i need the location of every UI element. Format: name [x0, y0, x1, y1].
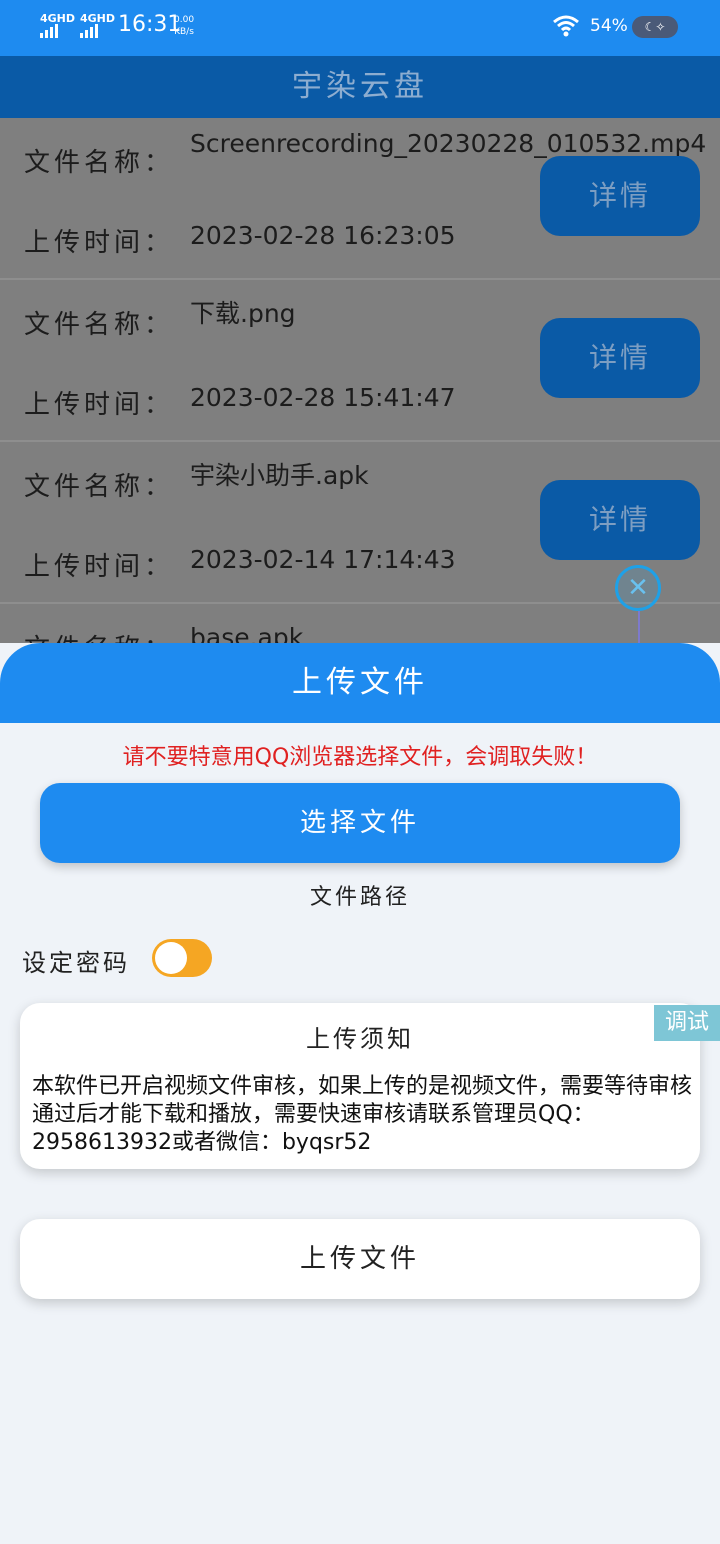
file-name: Screenrecording_20230228_010532.mp4 — [190, 129, 707, 158]
file-name-label: 文件名称： — [24, 472, 175, 502]
net-speed-unit: KB/s — [174, 27, 194, 37]
upload-sheet: 上传文件 请不要特意用QQ浏览器选择文件，会调取失败！ 选择文件 文件路径 设定… — [0, 643, 720, 1544]
net-speed-value: 0.00 — [174, 15, 195, 25]
upload-time: 2023-02-28 16:23:05 — [190, 221, 456, 250]
upload-file-button[interactable]: 上传文件 — [20, 1219, 700, 1299]
notice-card: 上传须知 本软件已开启视频文件审核，如果上传的是视频文件，需要等待审核通过后才能… — [20, 1003, 700, 1169]
notice-title: 上传须知 — [306, 1025, 414, 1053]
upload-time-label: 上传时间： — [24, 228, 175, 258]
detail-button[interactable]: 详情 — [540, 156, 700, 236]
upload-time-label: 上传时间： — [24, 552, 175, 582]
select-file-button[interactable]: 选择文件 — [40, 783, 680, 863]
file-item: 文件名称： 下载.png 上传时间： 2023-02-28 15:41:47 详… — [0, 280, 720, 442]
signal-icon — [80, 24, 98, 38]
app-title: 宇染云盘 — [292, 69, 428, 104]
sheet-title: 上传文件 — [292, 665, 428, 700]
file-name-label: 文件名称： — [24, 310, 175, 340]
clock: 16:31 — [118, 12, 182, 37]
upload-time: 2023-02-14 17:14:43 — [190, 545, 456, 574]
upload-time: 2023-02-28 15:41:47 — [190, 383, 456, 412]
detail-button[interactable]: 详情 — [540, 480, 700, 560]
moon-icon: ☾✧ — [632, 16, 678, 38]
detail-button[interactable]: 详情 — [540, 318, 700, 398]
wifi-icon — [552, 14, 580, 42]
close-icon[interactable]: ✕ — [615, 565, 661, 611]
signal-icon — [40, 24, 58, 38]
notice-body: 本软件已开启视频文件审核，如果上传的是视频文件，需要等待审核通过后才能下载和播放… — [32, 1074, 693, 1155]
sheet-header: 上传文件 — [0, 643, 720, 723]
debug-tag[interactable]: 调试 — [654, 1005, 720, 1041]
warning-text: 请不要特意用QQ浏览器选择文件，会调取失败！ — [122, 745, 598, 770]
status-bar: 4GHD 4GHD 16:31 0.00 KB/s 54% ☾✧ — [0, 0, 720, 56]
app-bar: 宇染云盘 — [0, 56, 720, 118]
file-name-label: 文件名称： — [24, 148, 175, 178]
upload-time-label: 上传时间： — [24, 390, 175, 420]
file-item: 文件名称： 宇染小助手.apk 上传时间： 2023-02-14 17:14:4… — [0, 442, 720, 604]
divider — [638, 611, 640, 645]
net-speed: 0.00 KB/s — [174, 14, 194, 38]
password-label: 设定密码 — [22, 949, 130, 977]
password-toggle[interactable] — [152, 939, 212, 977]
file-name: 下载.png — [190, 299, 296, 328]
file-path-text: 文件路径 — [309, 885, 410, 910]
toggle-knob — [155, 942, 187, 974]
file-item: 文件名称： Screenrecording_20230228_010532.mp… — [0, 118, 720, 280]
battery-level: 54% — [590, 16, 628, 36]
file-name: 宇染小助手.apk — [190, 461, 369, 490]
